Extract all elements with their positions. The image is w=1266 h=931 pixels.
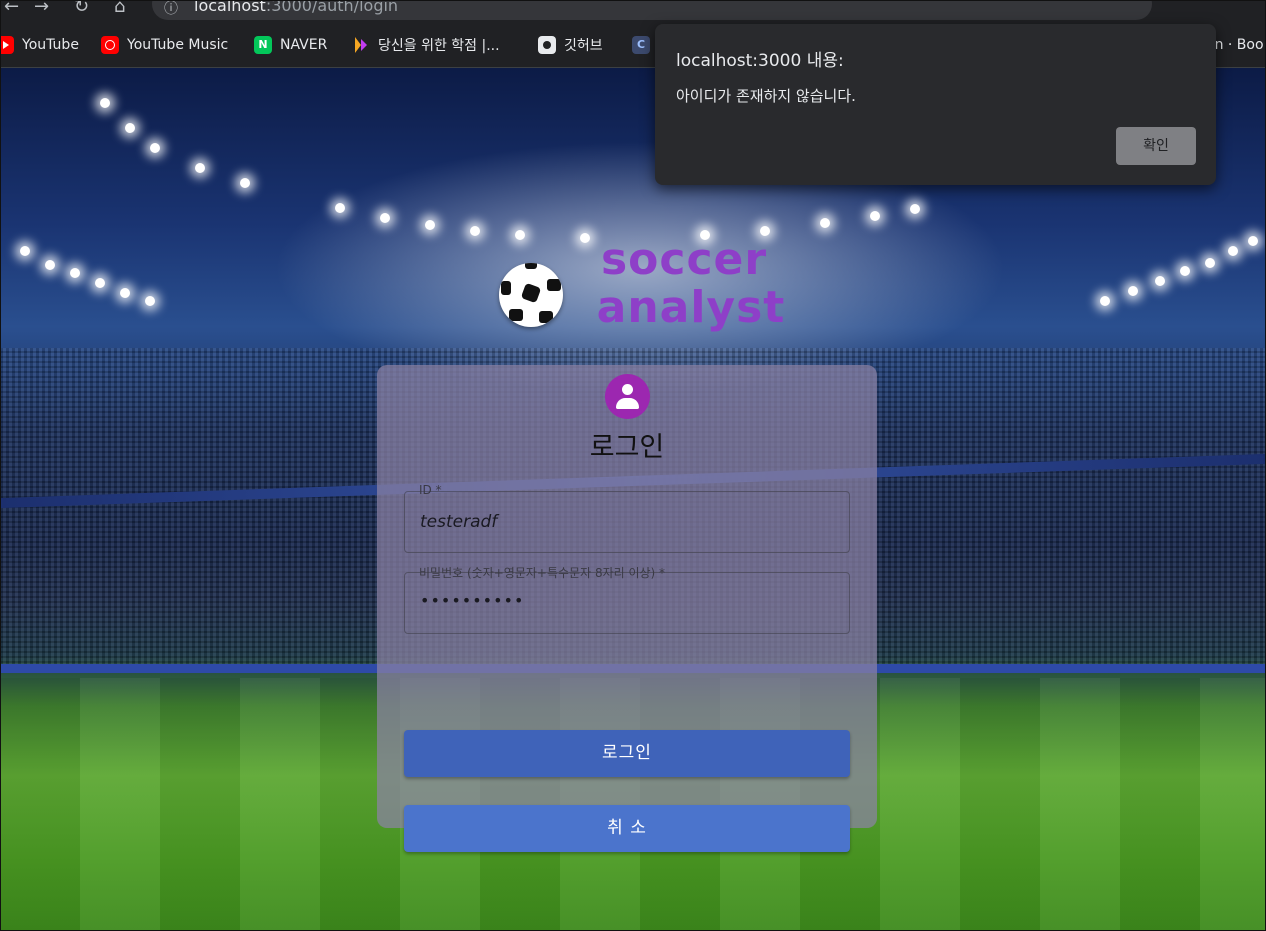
logo-line1: soccer [600,234,768,285]
ball-patch [509,309,523,321]
ball-patch [547,279,561,291]
stadium-light [70,268,80,278]
stadium-light [145,296,155,306]
stadium-light [1128,286,1138,296]
bookmark-naver[interactable]: N NAVER [254,35,327,55]
stadium-light [910,204,920,214]
bookmark-label: 깃허브 [564,38,603,54]
c-icon: C [632,36,650,54]
hakjeom-icon [352,36,370,54]
site-info-icon[interactable]: ⓘ [164,0,178,18]
dialog-message: 아이디가 존재하지 않습니다. [676,87,856,105]
ball-patch [525,263,537,269]
github-icon [538,36,556,54]
stadium-light [20,246,30,256]
stadium-light [1155,276,1165,286]
home-icon[interactable]: ⌂ [114,0,125,18]
cancel-button[interactable]: 취 소 [404,805,850,852]
stadium-light [1228,246,1238,256]
back-icon[interactable]: ← [4,0,19,18]
browser-toolbar: ← → ↻ ⌂ ⓘ localhost:3000/auth/login [0,0,1266,24]
stadium-light [195,163,205,173]
bookmark-hakjeom[interactable]: 당신을 위한 학점 |... [352,35,500,55]
password-field[interactable]: 비밀번호 (숫자+영문자+특수문자 8자리 이상) * •••••••••• [404,566,850,634]
url-host: localhost [194,0,266,15]
alert-dialog: localhost:3000 내용: 아이디가 존재하지 않습니다. 확인 [655,24,1216,185]
login-button[interactable]: 로그인 [404,730,850,777]
login-card: 로그인 ID * testeradf 비밀번호 (숫자+영문자+특수문자 8자리… [377,365,877,852]
bookmark-youtube[interactable]: YouTube [0,35,79,55]
stadium-light [470,226,480,236]
app-logo-text: soccer analyst [596,236,786,332]
ball-patch [501,281,511,295]
dialog-ok-button[interactable]: 확인 [1116,127,1196,165]
naver-icon: N [254,36,272,54]
avatar-head [622,384,633,395]
stadium-light [125,123,135,133]
reload-icon[interactable]: ↻ [74,0,89,18]
stadium-light [380,213,390,223]
id-input[interactable]: testeradf [420,512,840,532]
avatar-body [616,398,639,409]
stadium-light [95,278,105,288]
stadium-light [1100,296,1110,306]
stadium-light [870,211,880,221]
stadium-light [120,288,130,298]
stadium-light [820,218,830,228]
bookmark-c[interactable]: C [632,35,650,55]
ball-patch [539,311,553,323]
youtube-icon [0,36,14,54]
stadium-light [1248,236,1258,246]
stadium-light [240,178,250,188]
soccer-ball-icon [499,263,563,327]
stadium-light [335,203,345,213]
stadium-light [1180,266,1190,276]
id-field-label: ID * [419,483,442,497]
user-avatar-icon [605,374,650,419]
bookmark-youtube-music[interactable]: YouTube Music [101,35,228,55]
bookmark-label: YouTube Music [127,37,229,53]
stadium-light [100,98,110,108]
bookmark-label: 당신을 위한 학점 |... [378,38,500,54]
password-input[interactable]: •••••••••• [420,591,840,610]
logo-line2: analyst [596,282,786,333]
dialog-title: localhost:3000 내용: [676,51,844,71]
login-title: 로그인 [589,432,665,463]
stadium-light [425,220,435,230]
bookmark-github[interactable]: 깃허브 [538,35,603,55]
address-bar[interactable]: ⓘ localhost:3000/auth/login [152,0,1152,20]
ball-patch [520,282,542,304]
url-text: localhost:3000/auth/login [194,0,398,15]
password-field-label: 비밀번호 (숫자+영문자+특수문자 8자리 이상) * [419,566,666,580]
stadium-light [1205,258,1215,268]
stadium-background: soccer analyst 로그인 ID * testeradf 비밀번호 (… [0,68,1266,931]
url-path: :3000/auth/login [265,0,399,15]
bookmark-label: NAVER [280,37,328,53]
id-field[interactable]: ID * testeradf [404,483,850,553]
stadium-light [515,230,525,240]
youtube-music-icon [101,36,119,54]
forward-icon[interactable]: → [34,0,49,18]
stadium-light [150,143,160,153]
stadium-light [45,260,55,270]
bookmark-label: YouTube [22,37,79,53]
